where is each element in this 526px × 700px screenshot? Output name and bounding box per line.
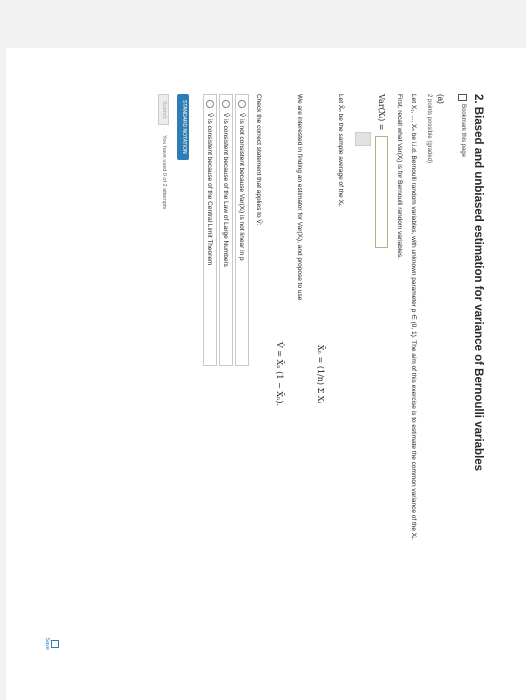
save-label: Save (43, 637, 50, 650)
submit-button[interactable]: Submit (157, 94, 170, 126)
points-possible: 2 points possible (graded) (425, 94, 432, 164)
choice-option[interactable]: V̂ is consistent because of the Law of L… (218, 94, 233, 366)
choice-list: V̂ is not consistent because Var(Xᵢ) is … (202, 94, 249, 654)
radio-button[interactable] (205, 100, 214, 108)
variance-label: Var(Xᵢ) = (377, 94, 387, 131)
sample-average-formula: X̄ₙ = (1/n) Σ Xᵢ (315, 344, 325, 404)
estimator-intro-text: We are interested in finding an estimato… (296, 94, 304, 301)
problem-title: 2. Biased and unbiased estimation for va… (472, 94, 484, 472)
exercise-content: 2. Biased and unbiased estimation for va… (44, 94, 486, 654)
radio-button[interactable] (221, 100, 230, 108)
sample-average-text: Let X̄ₙ be the sample average of the Xᵢ. (337, 94, 345, 207)
bookmark-link[interactable]: Bookmark this page (458, 94, 468, 654)
variance-answer-row: Var(Xᵢ) = (375, 94, 389, 654)
exercise-page: 2. Biased and unbiased estimation for va… (6, 48, 526, 700)
submit-row: Submit You have used 0 of 2 attempts (157, 94, 170, 654)
standard-notation-button[interactable]: STANDARD NOTATION (177, 94, 189, 160)
save-button[interactable]: Save (42, 637, 59, 650)
formula-preview-box (355, 132, 372, 146)
bookmark-label: Bookmark this page (460, 104, 467, 158)
question-text: Check the correct statement that applies… (255, 94, 263, 226)
choice-label: V̂ is consistent because of the Central … (206, 113, 214, 266)
bookmark-icon (458, 94, 468, 101)
recall-text: First, recall what Var(Xᵢ) is for Bernou… (395, 94, 403, 259)
choice-option[interactable]: V̂ is consistent because of the Central … (202, 94, 217, 366)
save-icon (50, 639, 59, 648)
attempts-text: You have used 0 of 2 attempts (161, 135, 168, 210)
choice-option[interactable]: V̂ is not consistent because Var(Xᵢ) is … (234, 94, 249, 366)
part-label: (a) (436, 94, 446, 104)
choice-label: V̂ is consistent because of the Law of L… (222, 113, 230, 267)
choice-label: V̂ is not consistent because Var(Xᵢ) is … (238, 113, 246, 261)
variance-input[interactable] (375, 136, 389, 249)
radio-button[interactable] (237, 100, 246, 108)
intro-text: Let X₁, ..., Xₙ be i.i.d. Bernoulli rand… (410, 94, 418, 540)
estimator-formula: V̂ = X̄ₙ (1 − X̄ₙ). (274, 341, 284, 407)
